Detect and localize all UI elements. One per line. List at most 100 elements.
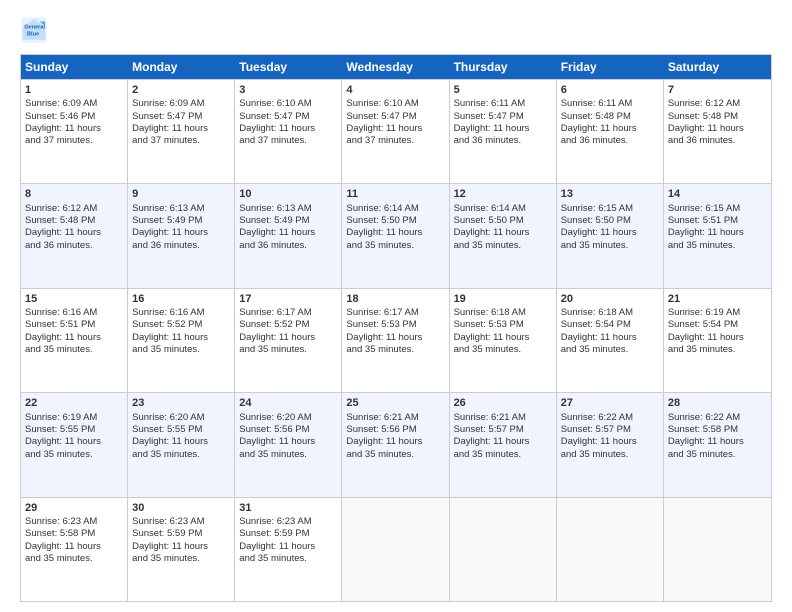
day-number: 23 (132, 396, 230, 410)
day-info: Sunrise: 6:11 AMSunset: 5:48 PMDaylight:… (561, 98, 637, 146)
header-day-thursday: Thursday (450, 55, 557, 79)
day-info: Sunrise: 6:21 AMSunset: 5:57 PMDaylight:… (454, 412, 530, 460)
calendar-cell-30: 30Sunrise: 6:23 AMSunset: 5:59 PMDayligh… (128, 498, 235, 601)
calendar-cell-22: 22Sunrise: 6:19 AMSunset: 5:55 PMDayligh… (21, 393, 128, 496)
day-info: Sunrise: 6:23 AMSunset: 5:59 PMDaylight:… (132, 516, 208, 564)
calendar-cell-10: 10Sunrise: 6:13 AMSunset: 5:49 PMDayligh… (235, 184, 342, 287)
calendar-cell-empty (557, 498, 664, 601)
day-number: 12 (454, 187, 552, 201)
calendar-cell-23: 23 Sunrise: 6:20 AMSunset: 5:55 PMDayligh… (128, 393, 235, 496)
calendar-cell-9: 9 Sunrise: 6:13 AMSunset: 5:49 PMDaylight… (128, 184, 235, 287)
day-number: 18 (346, 292, 444, 306)
day-number: 29 (25, 501, 123, 515)
calendar-cell-20: 20Sunrise: 6:18 AMSunset: 5:54 PMDayligh… (557, 289, 664, 392)
calendar-cell-31: 31Sunrise: 6:23 AMSunset: 5:59 PMDayligh… (235, 498, 342, 601)
day-number: 16 (132, 292, 230, 306)
day-info: Sunrise: 6:19 AMSunset: 5:54 PMDaylight:… (668, 307, 744, 355)
calendar-cell-29: 29Sunrise: 6:23 AMSunset: 5:58 PMDayligh… (21, 498, 128, 601)
day-info: Sunrise: 6:20 AMSunset: 5:55 PMDaylight:… (132, 412, 208, 460)
day-info: Sunrise: 6:23 AMSunset: 5:59 PMDaylight:… (239, 516, 315, 564)
calendar-cell-4: 4Sunrise: 6:10 AMSunset: 5:47 PMDaylight… (342, 80, 449, 183)
calendar-row-3: 15Sunrise: 6:16 AMSunset: 5:51 PMDayligh… (21, 288, 771, 392)
day-number: 11 (346, 187, 444, 201)
calendar-header: SundayMondayTuesdayWednesdayThursdayFrid… (21, 55, 771, 79)
day-info: Sunrise: 6:09 AMSunset: 5:46 PMDaylight:… (25, 98, 101, 146)
day-number: 4 (346, 83, 444, 97)
day-number: 24 (239, 396, 337, 410)
header-day-friday: Friday (557, 55, 664, 79)
day-info: Sunrise: 6:11 AMSunset: 5:47 PMDaylight:… (454, 98, 530, 146)
calendar-cell-27: 27 Sunrise: 6:22 AMSunset: 5:57 PMDayligh… (557, 393, 664, 496)
day-number: 5 (454, 83, 552, 97)
svg-text:General: General (24, 25, 45, 31)
calendar-cell-12: 12 Sunrise: 6:14 AMSunset: 5:50 PMDayligh… (450, 184, 557, 287)
day-number: 6 (561, 83, 659, 97)
day-number: 8 (25, 187, 123, 201)
day-info: Sunrise: 6:22 AMSunset: 5:57 PMDaylight:… (561, 412, 637, 460)
calendar-cell-3: 3Sunrise: 6:10 AMSunset: 5:47 PMDaylight… (235, 80, 342, 183)
day-info: Sunrise: 6:16 AMSunset: 5:51 PMDaylight:… (25, 307, 101, 355)
calendar-cell-28: 28Sunrise: 6:22 AMSunset: 5:58 PMDayligh… (664, 393, 771, 496)
calendar-cell-empty (664, 498, 771, 601)
calendar-cell-25: 25 Sunrise: 6:21 AMSunset: 5:56 PMDayligh… (342, 393, 449, 496)
calendar-cell-empty (450, 498, 557, 601)
calendar-row-2: 8 Sunrise: 6:12 AMSunset: 5:48 PMDaylight… (21, 183, 771, 287)
day-number: 26 (454, 396, 552, 410)
day-number: 19 (454, 292, 552, 306)
day-info: Sunrise: 6:15 AMSunset: 5:50 PMDaylight:… (561, 203, 637, 251)
calendar-cell-19: 19Sunrise: 6:18 AMSunset: 5:53 PMDayligh… (450, 289, 557, 392)
calendar-cell-16: 16Sunrise: 6:16 AMSunset: 5:52 PMDayligh… (128, 289, 235, 392)
header: General Blue (20, 16, 772, 44)
svg-text:Blue: Blue (27, 32, 39, 38)
calendar-cell-5: 5Sunrise: 6:11 AMSunset: 5:47 PMDaylight… (450, 80, 557, 183)
day-info: Sunrise: 6:14 AMSunset: 5:50 PMDaylight:… (346, 203, 422, 251)
calendar-cell-6: 6Sunrise: 6:11 AMSunset: 5:48 PMDaylight… (557, 80, 664, 183)
day-info: Sunrise: 6:13 AMSunset: 5:49 PMDaylight:… (132, 203, 208, 251)
calendar-cell-17: 17Sunrise: 6:17 AMSunset: 5:52 PMDayligh… (235, 289, 342, 392)
calendar-body: 1Sunrise: 6:09 AMSunset: 5:46 PMDaylight… (21, 79, 771, 601)
day-number: 7 (668, 83, 767, 97)
day-info: Sunrise: 6:12 AMSunset: 5:48 PMDaylight:… (25, 203, 101, 251)
day-number: 17 (239, 292, 337, 306)
day-info: Sunrise: 6:18 AMSunset: 5:54 PMDaylight:… (561, 307, 637, 355)
day-info: Sunrise: 6:15 AMSunset: 5:51 PMDaylight:… (668, 203, 744, 251)
header-day-wednesday: Wednesday (342, 55, 449, 79)
day-number: 25 (346, 396, 444, 410)
day-number: 9 (132, 187, 230, 201)
day-info: Sunrise: 6:23 AMSunset: 5:58 PMDaylight:… (25, 516, 101, 564)
calendar-cell-1: 1Sunrise: 6:09 AMSunset: 5:46 PMDaylight… (21, 80, 128, 183)
day-info: Sunrise: 6:17 AMSunset: 5:53 PMDaylight:… (346, 307, 422, 355)
calendar-row-1: 1Sunrise: 6:09 AMSunset: 5:46 PMDaylight… (21, 79, 771, 183)
calendar: SundayMondayTuesdayWednesdayThursdayFrid… (20, 54, 772, 602)
calendar-cell-empty (342, 498, 449, 601)
day-number: 20 (561, 292, 659, 306)
calendar-cell-13: 13 Sunrise: 6:15 AMSunset: 5:50 PMDayligh… (557, 184, 664, 287)
header-day-saturday: Saturday (664, 55, 771, 79)
logo: General Blue (20, 16, 52, 44)
day-number: 14 (668, 187, 767, 201)
calendar-cell-26: 26 Sunrise: 6:21 AMSunset: 5:57 PMDayligh… (450, 393, 557, 496)
calendar-row-5: 29Sunrise: 6:23 AMSunset: 5:58 PMDayligh… (21, 497, 771, 601)
day-info: Sunrise: 6:10 AMSunset: 5:47 PMDaylight:… (346, 98, 422, 146)
day-info: Sunrise: 6:18 AMSunset: 5:53 PMDaylight:… (454, 307, 530, 355)
calendar-row-4: 22Sunrise: 6:19 AMSunset: 5:55 PMDayligh… (21, 392, 771, 496)
day-info: Sunrise: 6:10 AMSunset: 5:47 PMDaylight:… (239, 98, 315, 146)
calendar-cell-7: 7Sunrise: 6:12 AMSunset: 5:48 PMDaylight… (664, 80, 771, 183)
header-day-sunday: Sunday (21, 55, 128, 79)
day-info: Sunrise: 6:16 AMSunset: 5:52 PMDaylight:… (132, 307, 208, 355)
calendar-cell-11: 11 Sunrise: 6:14 AMSunset: 5:50 PMDayligh… (342, 184, 449, 287)
page: General Blue SundayMondayTuesdayWednesda… (0, 0, 792, 612)
day-info: Sunrise: 6:14 AMSunset: 5:50 PMDaylight:… (454, 203, 530, 251)
day-number: 1 (25, 83, 123, 97)
day-info: Sunrise: 6:21 AMSunset: 5:56 PMDaylight:… (346, 412, 422, 460)
day-info: Sunrise: 6:22 AMSunset: 5:58 PMDaylight:… (668, 412, 744, 460)
day-number: 15 (25, 292, 123, 306)
calendar-cell-18: 18Sunrise: 6:17 AMSunset: 5:53 PMDayligh… (342, 289, 449, 392)
day-number: 21 (668, 292, 767, 306)
header-day-monday: Monday (128, 55, 235, 79)
day-number: 27 (561, 396, 659, 410)
calendar-cell-14: 14 Sunrise: 6:15 AMSunset: 5:51 PMDayligh… (664, 184, 771, 287)
calendar-cell-15: 15Sunrise: 6:16 AMSunset: 5:51 PMDayligh… (21, 289, 128, 392)
day-number: 10 (239, 187, 337, 201)
day-number: 13 (561, 187, 659, 201)
